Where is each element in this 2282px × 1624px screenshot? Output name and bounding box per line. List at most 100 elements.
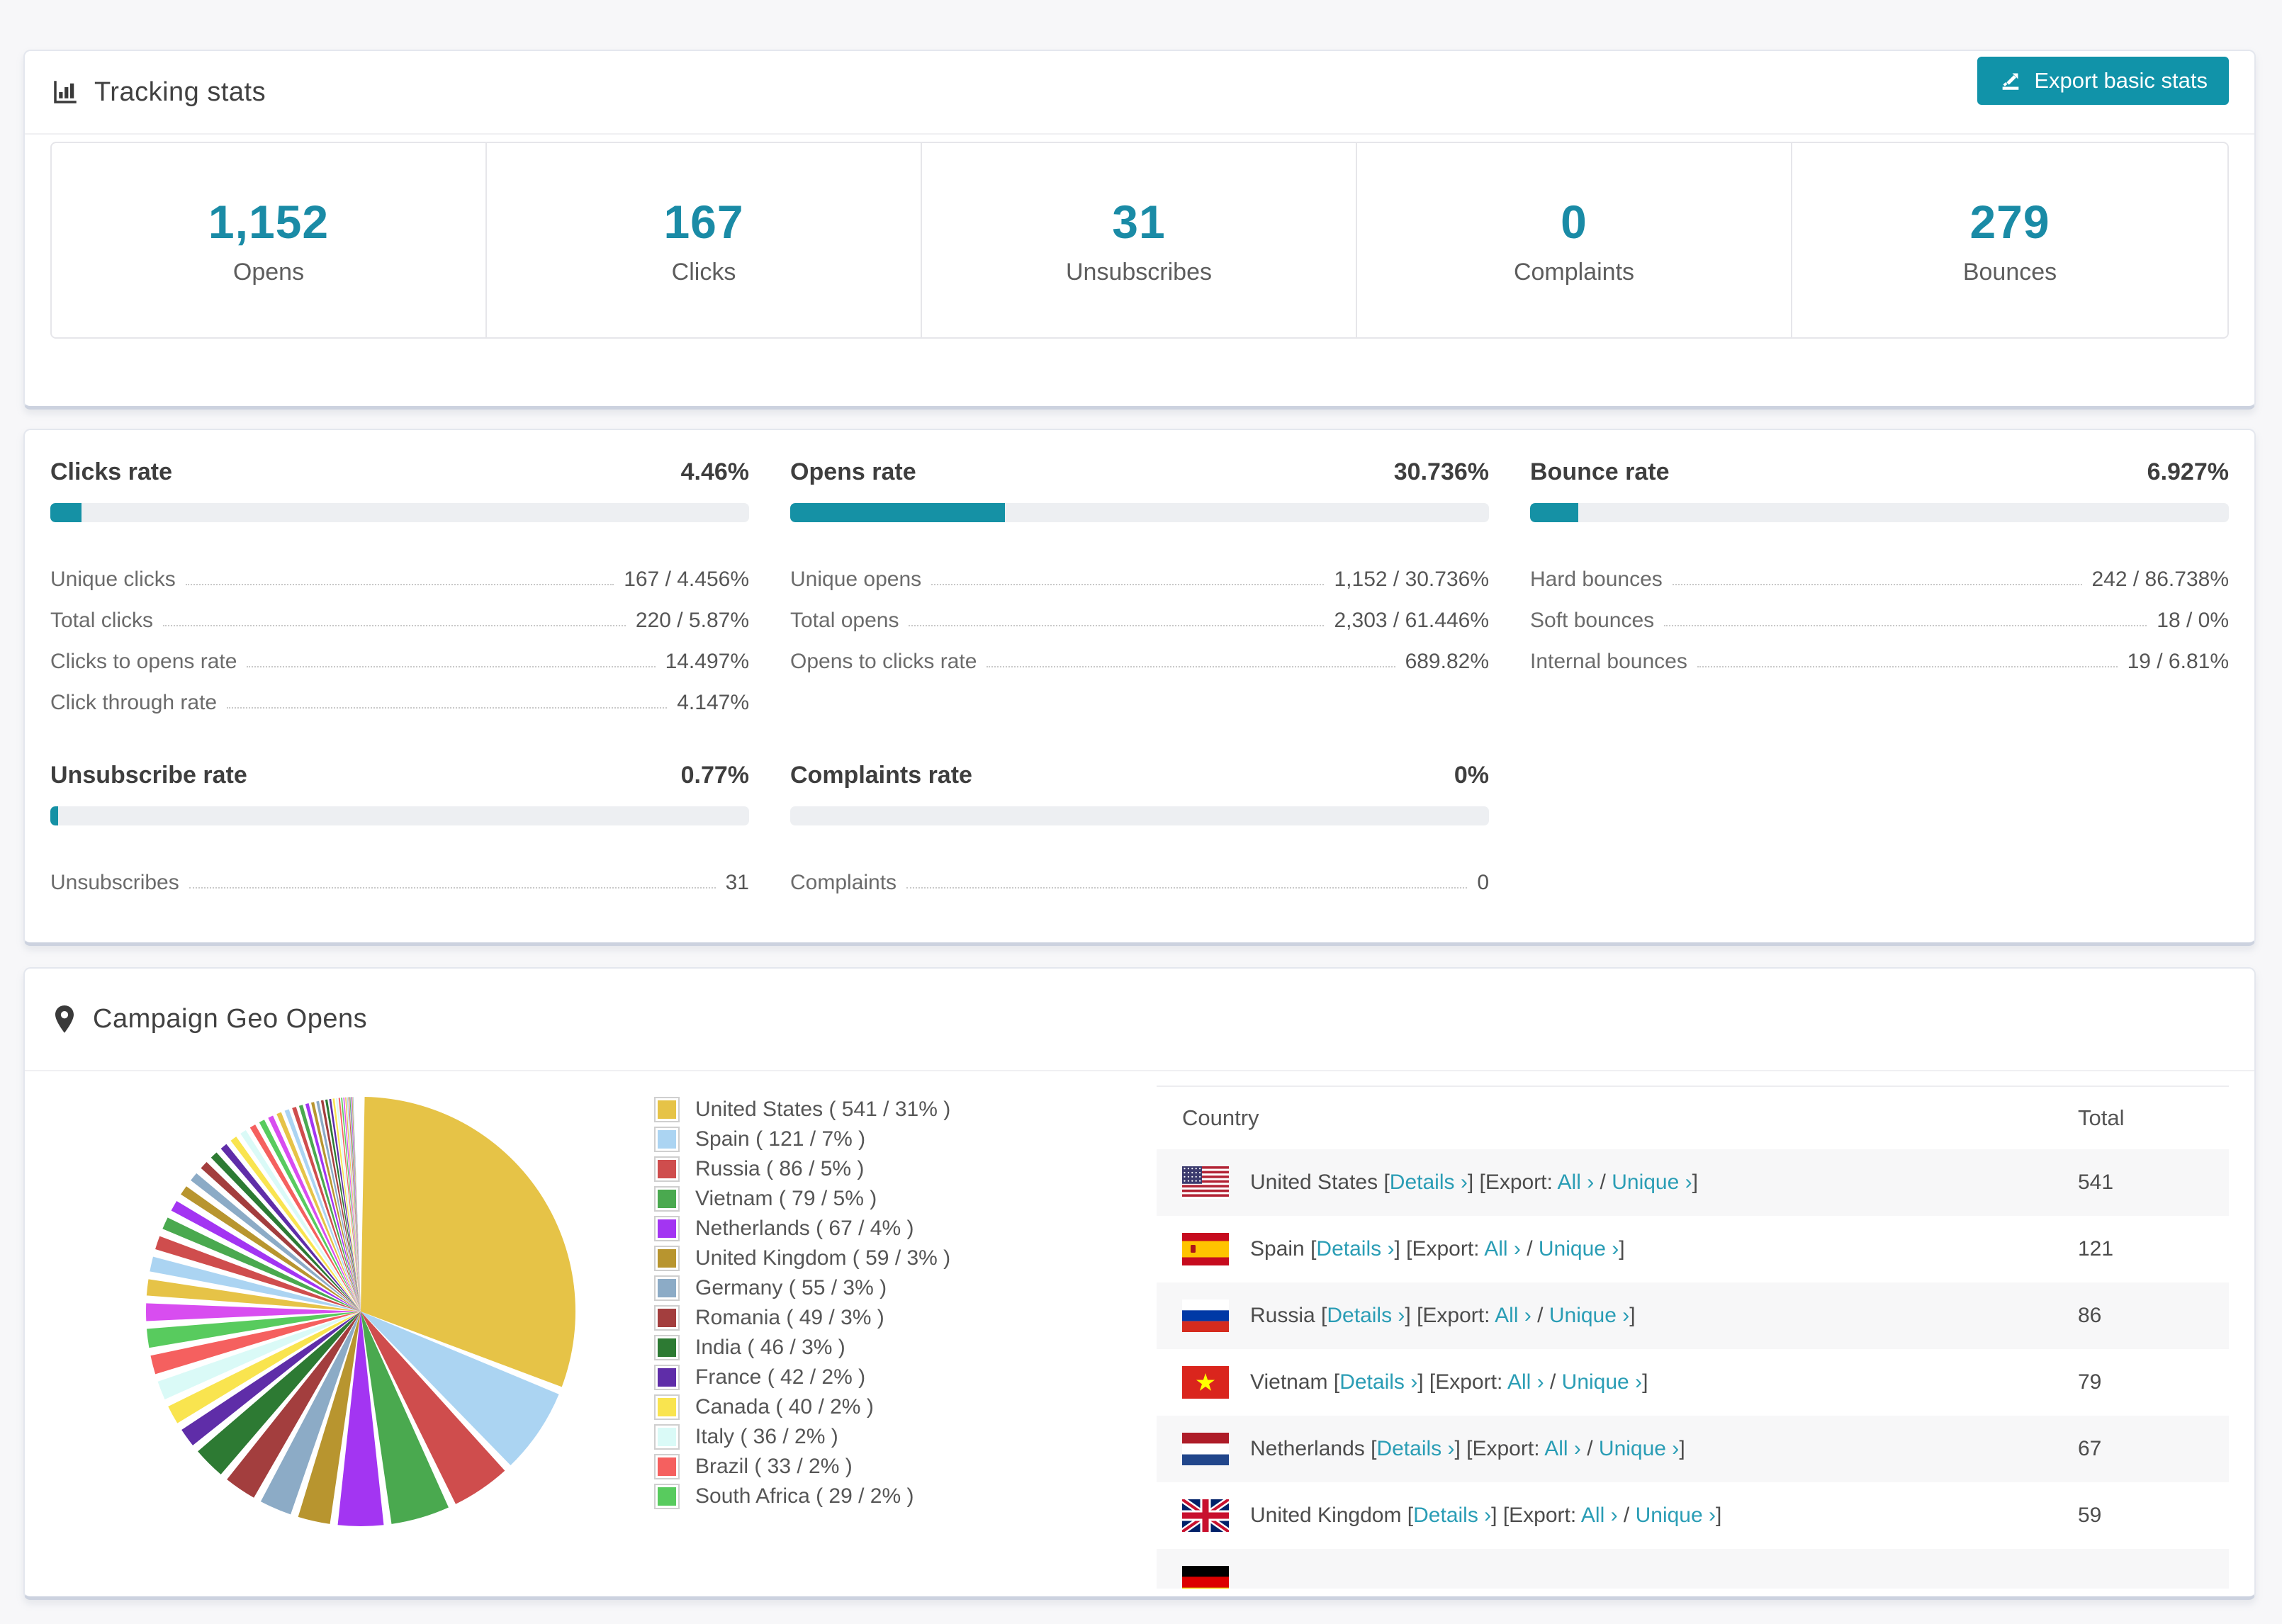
stat-row: Hard bounces 242 / 86.738% xyxy=(1530,551,2229,592)
legend-item: South Africa ( 29 / 2% ) xyxy=(654,1482,950,1511)
table-row: Vietnam [Details ›] [Export: All › / Uni… xyxy=(1157,1349,2229,1416)
legend-color-swatch xyxy=(654,1127,680,1152)
stat-row: Internal bounces 19 / 6.81% xyxy=(1530,633,2229,674)
details-link[interactable]: Details › xyxy=(1339,1370,1417,1394)
summary-label: Bounces xyxy=(1962,258,2057,286)
legend-label: Netherlands ( 67 / 4% ) xyxy=(695,1217,914,1240)
rate-progress-fill xyxy=(50,503,82,522)
summary-value: 31 xyxy=(1112,195,1166,248)
summary-stat: 1,152 Opens xyxy=(52,143,487,337)
stat-label: Internal bounces xyxy=(1530,650,1687,673)
bracket-text: / xyxy=(1617,1504,1636,1527)
export-unique-link[interactable]: Unique › xyxy=(1612,1171,1692,1194)
export-all-link[interactable]: All › xyxy=(1507,1370,1544,1394)
export-all-link[interactable]: All › xyxy=(1558,1171,1595,1194)
legend-color-swatch xyxy=(654,1186,680,1212)
legend-label: United States ( 541 / 31% ) xyxy=(695,1098,951,1121)
rate-value: 0.77% xyxy=(680,762,749,789)
export-all-link[interactable]: All › xyxy=(1484,1237,1521,1261)
bracket-text: / xyxy=(1531,1304,1549,1327)
geo-header: Campaign Geo Opens xyxy=(25,969,2254,1071)
bracket-text: [ xyxy=(1407,1504,1414,1527)
export-button-label: Export basic stats xyxy=(2034,68,2208,93)
stat-row: Clicks to opens rate 14.497% xyxy=(50,633,749,674)
rate-title: Unsubscribe rate xyxy=(50,762,247,789)
summary-value: 279 xyxy=(1969,195,2050,248)
rate-panel: Opens rate 30.736% Unique opens 1,152 / … xyxy=(790,458,1489,715)
summary-stat: 31 Unsubscribes xyxy=(922,143,1357,337)
details-link[interactable]: Details › xyxy=(1390,1171,1468,1194)
stat-row: Opens to clicks rate 689.82% xyxy=(790,633,1489,674)
dotted-leader xyxy=(931,584,1325,585)
geo-table: Country Total United States [Details ›] … xyxy=(1157,1086,2229,1596)
flag-us-icon xyxy=(1182,1166,1229,1199)
details-link[interactable]: Details › xyxy=(1327,1304,1405,1327)
summary-stats-box: 1,152 Opens 167 Clicks 31 Unsubscribes 0… xyxy=(50,142,2229,339)
page-title: Tracking stats xyxy=(94,77,266,107)
summary-stat: 279 Bounces xyxy=(1792,143,2227,337)
country-name: United States xyxy=(1250,1171,1384,1194)
legend-color-swatch xyxy=(654,1156,680,1182)
bracket-text: ] [Export: xyxy=(1394,1237,1485,1261)
details-link[interactable]: Details › xyxy=(1413,1504,1491,1527)
stat-label: Click through rate xyxy=(50,691,218,714)
stat-row: Click through rate 4.147% xyxy=(50,674,749,715)
export-unique-link[interactable]: Unique › xyxy=(1549,1304,1629,1327)
legend-color-swatch xyxy=(654,1454,680,1479)
export-unique-link[interactable]: Unique › xyxy=(1636,1504,1716,1527)
country-cell: Spain [Details ›] [Export: All › / Uniqu… xyxy=(1250,1237,1625,1261)
legend-item: Italy ( 36 / 2% ) xyxy=(654,1422,950,1452)
stat-value: 220 / 5.87% xyxy=(635,609,749,632)
summary-stat: 0 Complaints xyxy=(1357,143,1792,337)
stat-value: 0 xyxy=(1477,871,1489,894)
rate-value: 4.46% xyxy=(680,458,749,485)
country-cell: Netherlands [Details ›] [Export: All › /… xyxy=(1250,1437,1685,1461)
rate-progress-bar xyxy=(50,806,749,825)
bracket-text: [ xyxy=(1383,1171,1390,1194)
export-unique-link[interactable]: Unique › xyxy=(1539,1237,1619,1261)
dotted-leader xyxy=(1697,666,2118,667)
stat-label: Total clicks xyxy=(50,609,154,632)
stat-label: Unsubscribes xyxy=(50,871,179,894)
legend-label: Italy ( 36 / 2% ) xyxy=(695,1425,838,1448)
export-all-link[interactable]: All › xyxy=(1581,1504,1618,1527)
legend-label: France ( 42 / 2% ) xyxy=(695,1365,866,1389)
rates-row-1: Clicks rate 4.46% Unique clicks 167 / 4.… xyxy=(50,458,2229,715)
legend-color-swatch xyxy=(654,1246,680,1271)
bracket-text: ] xyxy=(1679,1437,1685,1460)
export-all-link[interactable]: All › xyxy=(1495,1304,1531,1327)
geo-table-header: Country Total xyxy=(1157,1087,2229,1149)
summary-label: Clicks xyxy=(671,258,736,286)
rate-title: Complaints rate xyxy=(790,762,972,789)
legend-label: Russia ( 86 / 5% ) xyxy=(695,1157,865,1180)
bracket-text: ] [Export: xyxy=(1405,1304,1495,1327)
flag-vn-icon xyxy=(1182,1366,1229,1399)
legend-label: South Africa ( 29 / 2% ) xyxy=(695,1484,914,1508)
export-basic-stats-button[interactable]: Export basic stats xyxy=(1977,57,2229,105)
total-value: 86 xyxy=(2078,1304,2102,1327)
stat-row: Soft bounces 18 / 0% xyxy=(1530,592,2229,633)
bracket-text: / xyxy=(1594,1171,1612,1194)
table-row: United States [Details ›] [Export: All ›… xyxy=(1157,1149,2229,1216)
rate-panel: Unsubscribe rate 0.77% Unsubscribes 31 xyxy=(50,762,749,895)
rates-row-2: Unsubscribe rate 0.77% Unsubscribes 31 C… xyxy=(50,762,2229,895)
stat-row: Complaints 0 xyxy=(790,854,1489,895)
tracking-stats-card: Tracking stats Export basic stats 1,152 … xyxy=(23,50,2256,410)
export-unique-link[interactable]: Unique › xyxy=(1562,1370,1642,1394)
summary-value: 0 xyxy=(1561,195,1587,248)
details-link[interactable]: Details › xyxy=(1376,1437,1454,1460)
details-link[interactable]: Details › xyxy=(1316,1237,1394,1261)
legend-item: Romania ( 49 / 3% ) xyxy=(654,1303,950,1333)
summary-label: Complaints xyxy=(1513,258,1635,286)
dotted-leader xyxy=(227,707,668,709)
legend-item: Brazil ( 33 / 2% ) xyxy=(654,1452,950,1482)
export-unique-link[interactable]: Unique › xyxy=(1599,1437,1679,1460)
export-all-link[interactable]: All › xyxy=(1544,1437,1581,1460)
bracket-text: ] [Export: xyxy=(1417,1370,1507,1394)
legend-item: United Kingdom ( 59 / 3% ) xyxy=(654,1244,950,1273)
dotted-leader xyxy=(987,666,1395,667)
legend-item: United States ( 541 / 31% ) xyxy=(654,1095,950,1124)
stat-row: Unsubscribes 31 xyxy=(50,854,749,895)
stat-label: Unique clicks xyxy=(50,568,176,591)
stat-value: 1,152 / 30.736% xyxy=(1334,568,1489,591)
